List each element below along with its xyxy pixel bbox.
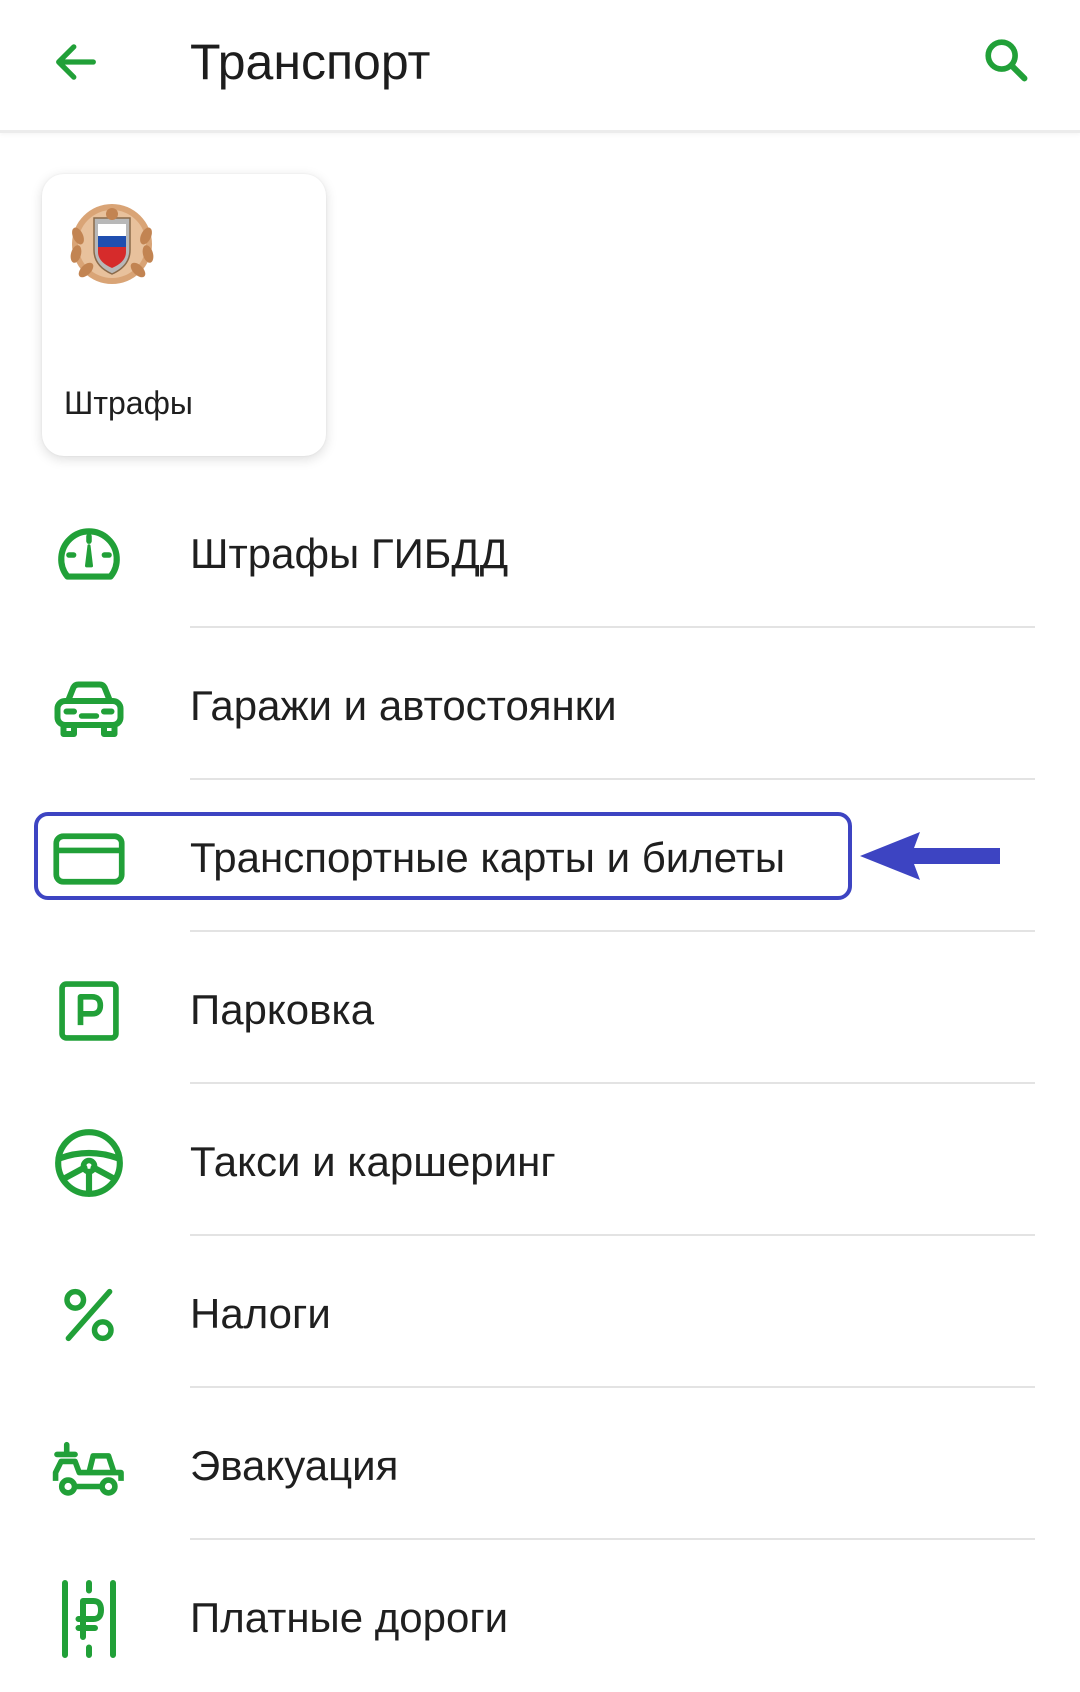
percent-icon — [64, 1288, 114, 1342]
search-button[interactable] — [968, 22, 1044, 98]
steering-wheel-icon — [55, 1129, 123, 1197]
parking-icon-wrap — [50, 972, 128, 1050]
menu-item-label: Платные дороги — [190, 1594, 509, 1641]
back-button[interactable] — [40, 26, 112, 98]
menu-item-parking[interactable]: Парковка — [0, 932, 1080, 1084]
menu-item-label: Парковка — [190, 986, 375, 1033]
car-icon-wrap — [50, 668, 128, 746]
menu-item-label: Транспортные карты и билеты — [190, 834, 786, 881]
card-icon-wrap — [50, 820, 128, 898]
car-icon — [54, 681, 124, 737]
fines-tile[interactable]: Штрафы — [42, 174, 326, 456]
menu-item-traffic-fines[interactable]: Штрафы ГИБДД — [0, 476, 1080, 628]
card-icon — [53, 833, 125, 885]
menu-item-label: Эвакуация — [190, 1442, 399, 1489]
menu-item-label: Штрафы ГИБДД — [190, 530, 509, 577]
steering-wheel-icon-wrap — [50, 1124, 128, 1202]
percent-icon-wrap — [50, 1276, 128, 1354]
parking-icon — [59, 981, 119, 1041]
gibdd-emblem-icon — [70, 204, 154, 284]
menu-item-taxes[interactable]: Налоги — [0, 1236, 1080, 1388]
arrow-left-icon — [56, 44, 96, 80]
tow-truck-icon — [52, 1441, 124, 1496]
menu-item-garages[interactable]: Гаражи и автостоянки — [0, 628, 1080, 780]
page-title: Транспорт — [190, 34, 431, 90]
tow-truck-icon-wrap — [50, 1428, 128, 1506]
menu-item-label: Гаражи и автостоянки — [190, 682, 617, 729]
toll-road-icon — [62, 1580, 116, 1658]
search-icon — [985, 39, 1028, 82]
speedometer-icon-wrap — [50, 516, 128, 594]
top-app-bar: Транспорт — [0, 0, 1080, 133]
speedometer-icon — [58, 528, 120, 580]
menu-item-label: Налоги — [190, 1290, 331, 1337]
toll-road-icon-wrap — [50, 1580, 128, 1658]
menu-item-toll-roads[interactable]: Платные дороги — [0, 1540, 1080, 1692]
tile-label: Штрафы — [64, 385, 193, 421]
menu-item-label: Такси и каршеринг — [190, 1138, 556, 1185]
menu-item-evacuation[interactable]: Эвакуация — [0, 1388, 1080, 1540]
menu-item-transport-cards[interactable]: Транспортные карты и билеты — [0, 780, 1080, 932]
menu-item-taxi[interactable]: Такси и каршеринг — [0, 1084, 1080, 1236]
